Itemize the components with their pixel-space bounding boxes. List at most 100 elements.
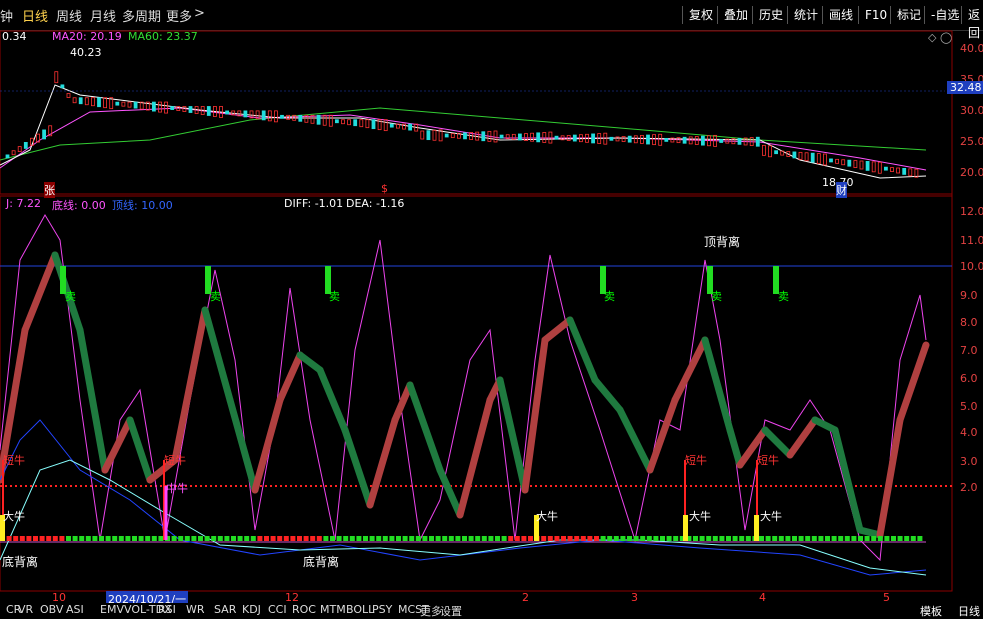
signal-square bbox=[323, 536, 329, 541]
bottom-tab-2[interactable]: OBV bbox=[40, 603, 63, 616]
signal-square bbox=[92, 536, 98, 541]
signal-square bbox=[904, 536, 910, 541]
wave-segment bbox=[341, 426, 374, 509]
bottom-tab-8[interactable]: SAR bbox=[214, 603, 236, 616]
template-button[interactable]: 模板 bbox=[920, 603, 942, 619]
short-bull-label: 短牛 bbox=[3, 454, 25, 467]
wave-segment bbox=[876, 416, 904, 539]
wave-segment bbox=[201, 306, 234, 404]
signal-square bbox=[231, 536, 236, 541]
candle bbox=[359, 119, 364, 128]
signal-square bbox=[633, 536, 639, 541]
signal-square bbox=[356, 536, 362, 541]
signal-square bbox=[112, 536, 118, 541]
candle bbox=[432, 129, 437, 141]
signal-square bbox=[363, 536, 368, 541]
candle bbox=[829, 158, 833, 163]
signal-square bbox=[805, 536, 811, 541]
signal-square bbox=[244, 536, 250, 541]
signal-square bbox=[429, 536, 434, 541]
candle bbox=[158, 101, 162, 113]
candle bbox=[701, 135, 705, 146]
candle bbox=[91, 97, 95, 107]
signal-square bbox=[792, 536, 797, 541]
wave-segment bbox=[646, 396, 679, 474]
bottom-tab-9[interactable]: KDJ bbox=[242, 603, 261, 616]
signal-square bbox=[435, 536, 441, 541]
signal-square bbox=[495, 536, 500, 541]
signal-square bbox=[666, 536, 672, 541]
candle bbox=[127, 101, 132, 108]
candle bbox=[121, 101, 126, 107]
big-bull-label: 大牛 bbox=[760, 510, 782, 523]
bottom-tab-17[interactable]: 设置 bbox=[440, 603, 462, 619]
signal-square bbox=[640, 536, 646, 541]
signal-square bbox=[561, 536, 566, 541]
signal-square bbox=[653, 536, 659, 541]
signal-square bbox=[257, 536, 263, 541]
candle bbox=[664, 137, 669, 142]
candle bbox=[652, 134, 656, 146]
bottom-divergence-label: 底背离 bbox=[303, 555, 340, 569]
candle bbox=[536, 132, 541, 143]
signal-square bbox=[198, 536, 203, 541]
signal-square bbox=[409, 536, 415, 541]
sell-label: 卖 bbox=[329, 290, 340, 303]
signal-square bbox=[224, 536, 230, 541]
signal-square bbox=[825, 536, 830, 541]
candle bbox=[908, 168, 913, 177]
signal-square bbox=[818, 536, 824, 541]
candle bbox=[640, 135, 644, 144]
ind-axis-label: 7.0 bbox=[960, 344, 978, 357]
mid-bull-label: 中牛 bbox=[166, 482, 188, 495]
candle bbox=[365, 119, 370, 129]
signal-square bbox=[99, 536, 104, 541]
candle bbox=[737, 137, 742, 145]
signal-square bbox=[897, 536, 903, 541]
bottom-tab-11[interactable]: ROC bbox=[292, 603, 316, 616]
j-label: J: 7.22 bbox=[6, 197, 41, 210]
candle bbox=[627, 135, 632, 143]
signal-square bbox=[19, 536, 25, 541]
bottom-tab-1[interactable]: VR bbox=[18, 603, 33, 616]
signal-square bbox=[33, 536, 38, 541]
wave-segment bbox=[296, 351, 324, 374]
candle bbox=[347, 119, 352, 126]
wave-segment bbox=[496, 376, 529, 494]
sell-label: 卖 bbox=[65, 290, 76, 303]
bottom-tab-12[interactable]: MTM bbox=[320, 603, 346, 616]
wave-segment bbox=[726, 426, 744, 469]
wave-segment bbox=[76, 326, 109, 474]
bottom-line-label: 底线: 0.00 bbox=[52, 199, 106, 212]
signal-square bbox=[125, 536, 131, 541]
signal-square bbox=[336, 536, 342, 541]
signal-square bbox=[66, 536, 71, 541]
bottom-tab-3[interactable]: ASI bbox=[66, 603, 84, 616]
bottom-tab-4[interactable]: EMV bbox=[100, 603, 124, 616]
ind-axis-label: 10.0 bbox=[960, 260, 983, 273]
candle bbox=[798, 151, 803, 160]
candle bbox=[762, 144, 766, 156]
chart-canvas bbox=[0, 30, 953, 592]
signal-square bbox=[264, 536, 269, 541]
bottom-tab-13[interactable]: BOLL bbox=[346, 603, 374, 616]
marker-cai: 财 bbox=[836, 182, 847, 198]
candle bbox=[444, 133, 449, 138]
signal-square bbox=[838, 536, 844, 541]
candle bbox=[884, 166, 888, 171]
signal-square bbox=[785, 536, 791, 541]
bottom-tab-7[interactable]: WR bbox=[186, 603, 205, 616]
signal-square bbox=[719, 536, 725, 541]
ind-axis-label: 6.0 bbox=[960, 372, 978, 385]
signal-square bbox=[316, 536, 322, 541]
bottom-tab-10[interactable]: CCI bbox=[268, 603, 287, 616]
bottom-tab-6[interactable]: RSI bbox=[158, 603, 176, 616]
big-bull-label: 大牛 bbox=[3, 510, 25, 523]
candle bbox=[11, 150, 16, 156]
bottom-tab-14[interactable]: PSY bbox=[372, 603, 392, 616]
bottom-tab-16[interactable]: 更多 bbox=[420, 603, 442, 619]
price-layer bbox=[0, 71, 945, 179]
big-bull-marker bbox=[754, 515, 759, 541]
period-button[interactable]: 日线 bbox=[958, 603, 980, 619]
signal-square bbox=[13, 536, 19, 541]
